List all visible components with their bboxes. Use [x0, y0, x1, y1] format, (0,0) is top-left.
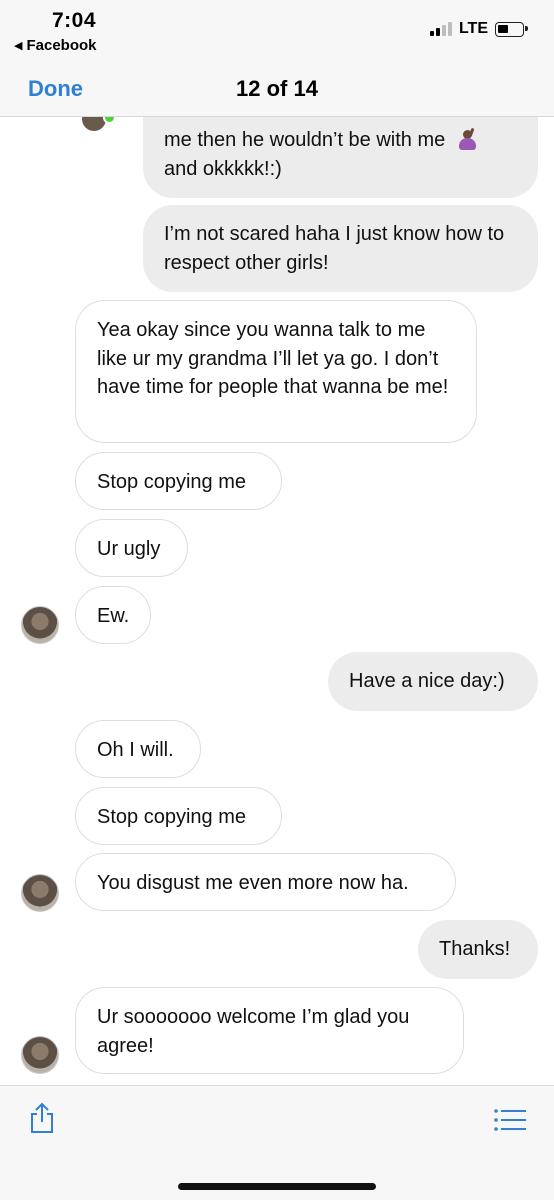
message-text: Oh I will. — [97, 739, 174, 761]
message-bubble-sent: Have a nice day:) — [328, 652, 538, 711]
message-bubble-received: Ur sooooooo welcome I’m glad you agree! — [75, 987, 464, 1074]
message-text: I’m not scared haha I just know how to r… — [164, 223, 505, 274]
message-text: Stop copying me — [97, 806, 246, 828]
contact-avatar[interactable] — [21, 1036, 59, 1074]
bottom-toolbar — [0, 1085, 554, 1200]
message-text: Stop copying me — [97, 471, 246, 493]
message-bubble-sent: I’m not scared haha I just know how to r… — [143, 205, 538, 292]
status-indicators: LTE — [429, 20, 528, 38]
battery-icon — [495, 21, 528, 37]
message-bubble-received: Stop copying me — [75, 452, 282, 510]
message-bubble-received: Oh I will. — [75, 720, 201, 778]
photo-counter: 12 of 14 — [236, 76, 318, 101]
list-icon[interactable] — [494, 1108, 526, 1132]
message-text: Have a nice day:) — [349, 670, 505, 692]
message-bubble-received: Stop copying me — [75, 787, 282, 845]
status-time: 7:04 — [52, 9, 97, 32]
contact-avatar[interactable] — [21, 874, 59, 912]
message-bubble-received: Ur ugly — [75, 519, 188, 577]
message-text: Thanks! — [439, 938, 511, 960]
share-icon[interactable] — [29, 1102, 55, 1134]
message-bubble-received: Ew. — [75, 586, 151, 644]
message-text: Ur sooooooo welcome I’m glad you agree! — [97, 1006, 410, 1057]
woman-shrugging-emoji-icon — [457, 127, 478, 150]
message-bubble-received: Yea okay since you wanna talk to me like… — [75, 300, 477, 443]
network-type: LTE — [458, 20, 488, 37]
message-text: Ur ugly — [97, 538, 161, 560]
back-to-app-link[interactable]: ◀ Facebook — [14, 37, 97, 54]
message-bubble-sent: Thanks! — [418, 920, 538, 979]
message-bubble-received: You disgust me even more now ha. — [75, 853, 456, 911]
signal-icon — [429, 22, 452, 36]
message-text: Yea okay since you wanna talk to me like… — [97, 319, 449, 398]
message-bubble-sent: me then he wouldn’t be with me and okkkk… — [143, 112, 538, 198]
message-text: and okkkkk!:) — [164, 157, 282, 180]
home-indicator[interactable] — [178, 1183, 376, 1190]
message-text: me then he wouldn’t be with me — [164, 129, 446, 151]
back-triangle-icon: ◀ — [14, 40, 23, 52]
done-button[interactable]: Done — [28, 76, 83, 102]
contact-avatar[interactable] — [21, 606, 59, 644]
message-text: Ew. — [97, 605, 130, 627]
top-bar: 7:04 ◀ Facebook LTE 12 of 14 Done — [0, 0, 554, 117]
message-text: You disgust me even more now ha. — [97, 872, 409, 894]
back-app-label: Facebook — [26, 37, 97, 54]
